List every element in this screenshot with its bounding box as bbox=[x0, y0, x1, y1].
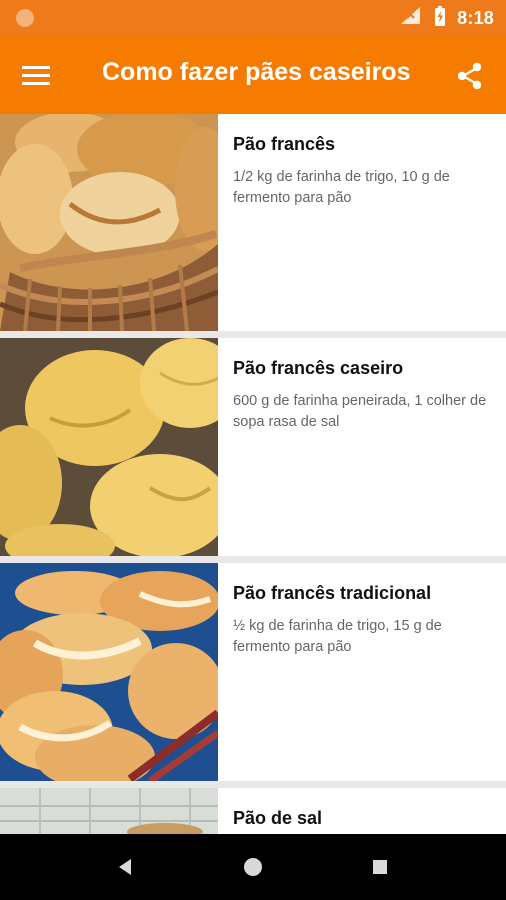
share-button[interactable] bbox=[450, 56, 490, 96]
recipe-list[interactable]: Pão francês 1/2 kg de farinha de trigo, … bbox=[0, 114, 506, 834]
system-navigation-bar bbox=[0, 834, 506, 900]
status-time: 8:18 bbox=[457, 7, 494, 28]
recipe-card-pao-frances-caseiro[interactable]: Pão francês caseiro 600 g de farinha pen… bbox=[0, 338, 506, 556]
raw-dough-rolls-photo bbox=[0, 338, 218, 556]
baked-rolls-photo bbox=[0, 563, 218, 781]
recipe-description: 600 g de farinha peneirada, 1 colher de … bbox=[233, 393, 487, 430]
status-icons: 8:18 bbox=[399, 5, 494, 32]
share-icon bbox=[457, 62, 482, 90]
recipe-description: 1/2 kg de farinha de trigo, 10 g de ferm… bbox=[233, 169, 450, 206]
app-bar: Como fazer pães caseiros bbox=[0, 36, 506, 114]
recipe-card-pao-frances[interactable]: Pão francês 1/2 kg de farinha de trigo, … bbox=[0, 114, 506, 331]
battery-charging-icon bbox=[433, 5, 447, 32]
page-title: Como fazer pães caseiros bbox=[102, 58, 411, 86]
recents-square-icon bbox=[373, 860, 387, 874]
recipe-title: Pão francês bbox=[233, 134, 336, 154]
recipe-card-pao-frances-tradicional[interactable]: Pão francês tradicional ½ kg de farinha … bbox=[0, 563, 506, 781]
recipe-title: Pão francês caseiro bbox=[233, 358, 404, 378]
home-circle-icon bbox=[244, 858, 262, 876]
back-triangle-icon bbox=[119, 859, 131, 875]
recipe-title: Pão de sal bbox=[233, 808, 323, 828]
home-button[interactable] bbox=[240, 854, 266, 880]
back-button[interactable] bbox=[112, 854, 138, 880]
menu-icon bbox=[22, 66, 50, 85]
recipe-description: ½ kg de farinha de trigo, 15 g de fermen… bbox=[233, 618, 442, 655]
bread-basket-photo bbox=[0, 114, 218, 331]
recipe-title: Pão francês tradicional bbox=[233, 583, 432, 603]
recipe-card-pao-de-sal[interactable]: Pão de sal bbox=[0, 788, 506, 834]
status-bar: 8:18 bbox=[0, 0, 506, 36]
no-signal-icon bbox=[399, 6, 423, 31]
bread-counter-photo bbox=[0, 788, 218, 834]
recents-button[interactable] bbox=[367, 854, 393, 880]
menu-button[interactable] bbox=[16, 59, 58, 91]
circle-notification-icon bbox=[16, 9, 34, 27]
